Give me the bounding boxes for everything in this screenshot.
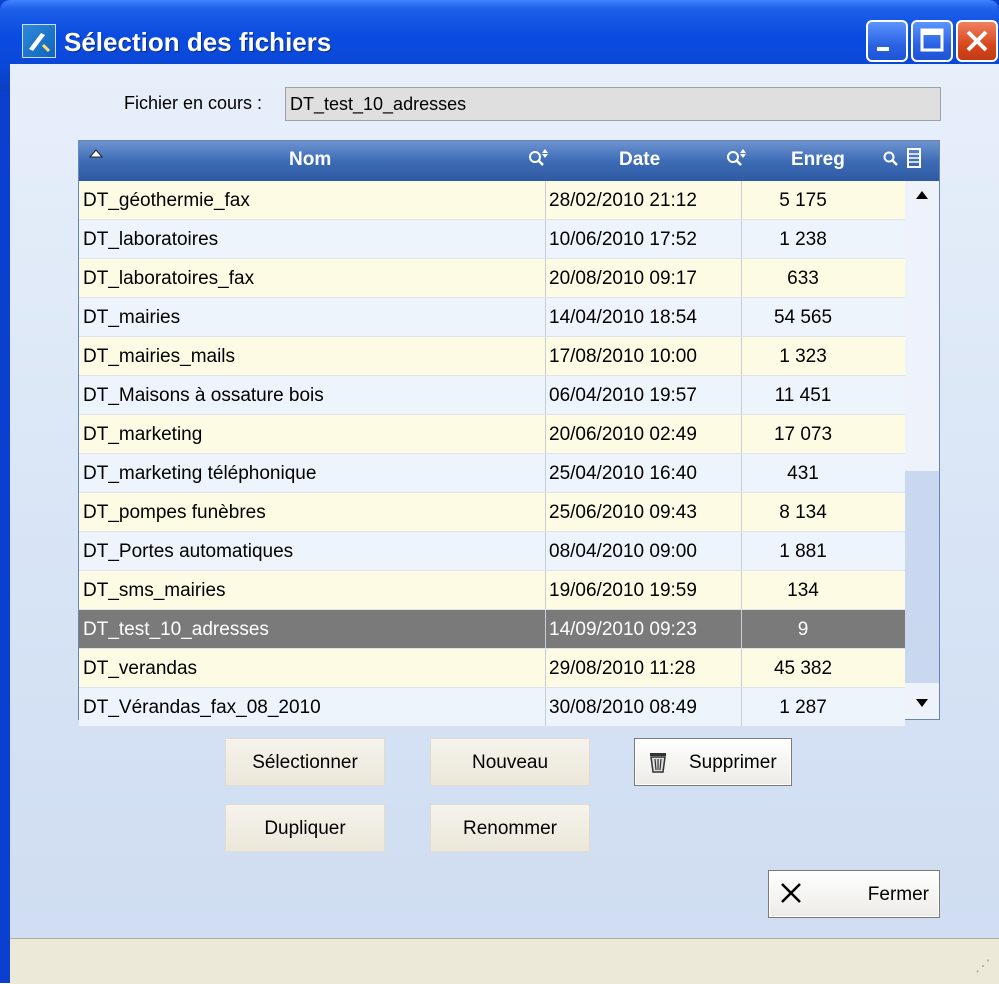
cell-enreg: 17 073 [773, 424, 833, 445]
cell-enreg: 45 382 [773, 658, 833, 679]
scroll-up-icon[interactable] [915, 187, 929, 205]
cell-date: 25/04/2010 16:40 [549, 463, 697, 484]
search-sort-icon[interactable] [725, 147, 751, 174]
search-sort-icon[interactable] [527, 147, 553, 174]
column-header-enreg[interactable]: Enreg [791, 149, 845, 171]
cell-nom: DT_Vérandas_fax_08_2010 [83, 697, 321, 718]
table-row[interactable]: DT_laboratoires_fax 20/08/2010 09:17 633 [79, 259, 905, 298]
scroll-thumb[interactable] [905, 471, 939, 683]
cell-nom: DT_mairies_mails [83, 346, 236, 367]
vertical-scrollbar[interactable] [905, 181, 939, 719]
close-button[interactable]: Fermer [768, 870, 940, 918]
cell-nom: DT_marketing [83, 424, 203, 445]
resize-grip-icon[interactable]: ⋰ [975, 956, 991, 976]
table-row[interactable]: DT_marketing téléphonique 25/04/2010 16:4… [79, 454, 905, 493]
cell-nom: DT_Maisons à ossature bois [83, 385, 324, 406]
cell-date: 30/08/2010 08:49 [549, 697, 697, 718]
cell-enreg: 54 565 [773, 307, 833, 328]
cell-enreg: 5 175 [779, 190, 827, 211]
window-title: Sélection des fichiers [64, 27, 332, 57]
cell-nom: DT_laboratoires_fax [83, 268, 255, 289]
cell-date: 20/08/2010 09:17 [549, 268, 697, 289]
duplicate-button[interactable]: Dupliquer [225, 804, 385, 852]
cell-date: 08/04/2010 09:00 [549, 541, 697, 562]
table-row[interactable]: DT_Maisons à ossature bois 06/04/2010 19:… [79, 376, 905, 415]
cell-date: 19/06/2010 19:59 [549, 580, 697, 601]
close-icon [779, 881, 803, 911]
cell-enreg: 8 134 [779, 502, 827, 523]
close-window-button[interactable] [956, 20, 998, 62]
column-chooser-icon[interactable] [905, 147, 925, 176]
column-header-nom[interactable]: Nom [289, 149, 331, 171]
cell-enreg: 1 323 [779, 346, 827, 367]
cell-date: 20/06/2010 02:49 [549, 424, 697, 445]
new-button[interactable]: Nouveau [430, 738, 590, 786]
file-table[interactable]: Nom Date Enreg DT_géothermie_fax 28/02/20… [78, 140, 940, 727]
cell-date: 25/06/2010 09:43 [549, 502, 697, 523]
cell-enreg: 1 881 [779, 541, 827, 562]
table-header: Nom Date Enreg [79, 141, 939, 181]
cell-date: 14/04/2010 18:54 [549, 307, 697, 328]
minimize-button[interactable] [866, 20, 908, 62]
current-file-label: Fichier en cours : [124, 93, 263, 113]
cell-enreg: 1 287 [779, 697, 827, 718]
cell-enreg: 9 [797, 619, 809, 640]
status-bar: ⋰ [10, 938, 999, 984]
table-row[interactable]: DT_Portes automatiques 08/04/2010 09:00 1 … [79, 532, 905, 571]
cell-nom: DT_pompes funèbres [83, 502, 266, 523]
cell-enreg: 11 451 [774, 385, 832, 406]
close-button-label: Fermer [867, 884, 929, 905]
table-row[interactable]: DT_sms_mairies 19/06/2010 19:59 134 [79, 571, 905, 610]
search-icon[interactable] [883, 147, 899, 174]
cell-enreg: 134 [787, 580, 819, 601]
trash-icon [645, 749, 671, 781]
cell-date: 28/02/2010 21:12 [549, 190, 697, 211]
cell-nom: DT_Portes automatiques [83, 541, 294, 562]
column-header-date[interactable]: Date [619, 149, 660, 171]
table-row[interactable]: DT_mairies_mails 17/08/2010 10:00 1 323 [79, 337, 905, 376]
cell-nom: DT_laboratoires [83, 229, 219, 250]
delete-button-label: Supprimer [689, 752, 777, 773]
cell-nom: DT_mairies [83, 307, 181, 328]
cell-enreg: 431 [787, 463, 819, 484]
table-row[interactable]: DT_géothermie_fax 28/02/2010 21:12 5 175 [79, 181, 905, 220]
current-file-field: DT_test_10_adresses [285, 87, 941, 121]
table-row[interactable]: DT_marketing 20/06/2010 02:49 17 073 [79, 415, 905, 454]
maximize-button[interactable] [911, 20, 953, 62]
rename-button[interactable]: Renommer [430, 804, 590, 852]
cell-nom: DT_sms_mairies [83, 580, 226, 601]
delete-button[interactable]: Supprimer [634, 738, 792, 786]
table-row[interactable]: DT_pompes funèbres 25/06/2010 09:43 8 134 [79, 493, 905, 532]
cell-date: 29/08/2010 11:28 [549, 658, 696, 679]
cell-nom: DT_géothermie_fax [83, 190, 250, 211]
cell-date: 17/08/2010 10:00 [549, 346, 697, 367]
table-body: DT_géothermie_fax 28/02/2010 21:12 5 175 D… [79, 181, 905, 727]
table-row[interactable]: DT_Vérandas_fax_08_2010 30/08/2010 08:49 1… [79, 688, 905, 727]
app-icon [22, 24, 56, 58]
cell-date: 06/04/2010 19:57 [549, 385, 697, 406]
cell-enreg: 1 238 [779, 229, 827, 250]
cell-nom: DT_verandas [83, 658, 198, 679]
select-button[interactable]: Sélectionner [225, 738, 385, 786]
cell-nom: DT_marketing téléphonique [83, 463, 317, 484]
table-row[interactable]: DT_laboratoires 10/06/2010 17:52 1 238 [79, 220, 905, 259]
dialog-window: Sélection des fichiers Fichier en cours … [0, 0, 999, 984]
cell-date: 14/09/2010 09:23 [549, 619, 697, 640]
cell-date: 10/06/2010 17:52 [549, 229, 697, 250]
sort-asc-icon[interactable] [88, 145, 104, 163]
table-row-selected[interactable]: DT_test_10_adresses 14/09/2010 09:23 9 [79, 610, 905, 649]
scroll-down-icon[interactable] [915, 695, 929, 713]
table-row[interactable]: DT_mairies 14/04/2010 18:54 54 565 [79, 298, 905, 337]
table-row[interactable]: DT_verandas 29/08/2010 11:28 45 382 [79, 649, 905, 688]
cell-enreg: 633 [787, 268, 819, 289]
cell-nom: DT_test_10_adresses [83, 619, 269, 640]
